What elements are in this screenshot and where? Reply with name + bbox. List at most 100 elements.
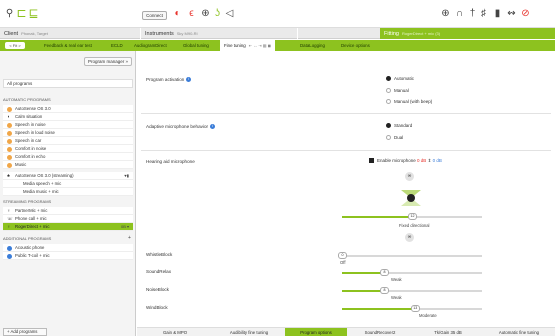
calm-icon: ◖ xyxy=(7,114,10,119)
soundrelax-knob[interactable]: 8 xyxy=(380,269,389,276)
device-battery-icon[interactable]: ⊕ xyxy=(200,8,211,19)
add-program-plus-icon[interactable]: + xyxy=(128,235,131,241)
tab-global-tuning[interactable]: Global tuning xyxy=(183,40,209,51)
noiseblock-fill xyxy=(342,290,384,292)
hearing-settings-icon[interactable]: ♯ xyxy=(478,8,489,19)
hearing-aid-icon[interactable]: ⚲ xyxy=(4,8,15,19)
program-item[interactable]: AutoSense OS 3.0 xyxy=(3,105,133,113)
tab-datalogging[interactable]: DataLogging xyxy=(300,40,325,51)
no-sound-icon[interactable]: ⊘ xyxy=(520,8,531,19)
all-programs-item[interactable]: All programs xyxy=(3,79,133,88)
tab-ecld[interactable]: ECLD xyxy=(111,40,123,51)
program-icon xyxy=(7,131,12,136)
program-item[interactable]: Speech in loud noise xyxy=(3,129,133,137)
gain-mpo-button[interactable]: Gain & MPO xyxy=(137,328,213,336)
client-cell[interactable]: Client Phonak, Target xyxy=(0,28,140,39)
left-gain-value: 0 dB xyxy=(417,158,427,163)
program-options-button[interactable]: Program options xyxy=(285,328,347,336)
program-manager-button[interactable]: Program manager » xyxy=(84,57,132,66)
soundrecover2-button[interactable]: SoundRecover2 xyxy=(347,328,413,336)
automatic-fine-tuning-button[interactable]: Automatic fine tuning xyxy=(483,328,555,336)
program-icon xyxy=(7,163,12,168)
gain-stepper-icon[interactable]: ⇕ xyxy=(428,158,432,163)
roger-icon: ♆ xyxy=(7,224,11,229)
fitting-label: Fitting xyxy=(384,31,399,37)
directional-slider-fill xyxy=(342,216,412,218)
whistleblock-track[interactable] xyxy=(342,255,482,257)
instruments-label: Instruments xyxy=(145,31,174,37)
program-item[interactable]: Public T-coil + mic xyxy=(3,252,133,260)
instruments-cell[interactable]: Instruments Sky M90-RI xyxy=(141,28,297,39)
program-item[interactable]: Speech in noise xyxy=(3,121,133,129)
section-additional: ADDITIONAL PROGRAMS xyxy=(3,236,52,241)
speaker-icon[interactable]: ◁ xyxy=(224,8,235,19)
omni-mode-icon[interactable]: ∞ xyxy=(405,172,414,181)
program-item[interactable]: Music xyxy=(3,161,133,169)
program-item-selected[interactable]: ♆ RogerDirect + mic 0B ▾ xyxy=(3,223,133,231)
tab-fine-tuning[interactable]: Fine tuning ⇤ ↔ ⇥ ▦ ◼ xyxy=(220,40,275,51)
session-info-bar: Client Phonak, Target Instruments Sky M90-… xyxy=(0,28,555,39)
program-item[interactable]: Media music + mic xyxy=(3,188,133,196)
view-controls[interactable]: ⇤ ↔ ⇥ ▦ ◼ xyxy=(249,43,271,48)
hearing-aid-mic-label: Hearing aid microphone xyxy=(146,159,195,164)
program-icon xyxy=(7,155,12,160)
whistleblock-caption: Off xyxy=(340,260,346,265)
tab-audiogramdirect[interactable]: AudiogramDirect xyxy=(134,40,167,51)
client-name: Phonak, Target xyxy=(21,31,48,36)
program-item[interactable]: Speech in car xyxy=(3,137,133,145)
link-icon[interactable]: ʖ xyxy=(212,8,223,19)
directional-mode-icon[interactable]: ∞ xyxy=(405,233,414,242)
radio-dual[interactable]: Dual xyxy=(386,135,403,141)
program-options-panel: Program activation i Automatic Manual Man… xyxy=(137,51,555,336)
signal-bars-icon[interactable]: ▮ xyxy=(492,8,503,19)
program-item-streaming-group[interactable]: ♣ AutoSense OS 3.0 (streaming) ♥▮ xyxy=(3,172,133,180)
windblock-label: WindBlock xyxy=(146,305,168,310)
program-item[interactable]: ♆ PartnerMic + mic xyxy=(3,207,133,215)
radio-standard[interactable]: Standard xyxy=(386,123,412,129)
globe-icon[interactable]: ⊕ xyxy=(440,8,451,19)
adaptive-mic-label: Adaptive microphone behavior i xyxy=(146,124,216,130)
tab-fine-tuning-label: Fine tuning xyxy=(224,43,246,48)
hearing-aid-left-right-icon[interactable]: ◐ xyxy=(172,8,183,19)
program-item[interactable]: ◖ Calm situation xyxy=(3,113,133,121)
bottom-button-bar: Gain & MPO Audibility fine tuning Progra… xyxy=(137,327,555,336)
fitting-cell[interactable]: Fitting RogerDirect + mic (3) xyxy=(380,28,555,39)
transfer-icon[interactable]: ↭ xyxy=(506,8,517,19)
connect-button[interactable]: Connect xyxy=(142,11,167,20)
audibility-fine-tuning-button[interactable]: Audibility fine tuning xyxy=(213,328,285,336)
noiseblock-knob[interactable]: 8 xyxy=(380,287,389,294)
tk-gain-button[interactable]: Tk/Gain 35 dB xyxy=(413,328,483,336)
radio-manual[interactable]: Manual xyxy=(386,88,409,94)
program-icon xyxy=(7,123,12,128)
enable-microphone-checkbox[interactable]: Enable microphone 0 dB ⇕ 0 dB xyxy=(369,158,442,164)
program-item[interactable]: Media speech + mic xyxy=(3,180,133,188)
radio-manual-beep[interactable]: Manual (with beep) xyxy=(386,99,432,105)
program-icon xyxy=(7,254,12,259)
section-automatic: AUTOMATIC PROGRAMS xyxy=(3,97,51,102)
program-item[interactable]: ☏ Phone call + mic xyxy=(3,215,133,223)
program-icon xyxy=(7,147,12,152)
phonak-logo-icon: ⊏ xyxy=(16,6,27,20)
program-item[interactable]: Comfort in noise xyxy=(3,145,133,153)
phone-icon: ☏ xyxy=(7,216,13,221)
tab-device-options[interactable]: Device options xyxy=(341,40,370,51)
whistleblock-label: WhistleBlock xyxy=(146,252,173,257)
soundrelax-label: SoundRelax xyxy=(146,269,172,274)
add-programs-button[interactable]: + Add programs xyxy=(3,328,47,336)
ear-devices-icon[interactable]: ∩ xyxy=(454,8,465,19)
directional-slider-knob[interactable]: 12 xyxy=(408,213,417,220)
soundrelax-fill xyxy=(342,272,384,274)
tab-feedback[interactable]: Feedback & real ear test xyxy=(44,40,92,51)
pin-icon[interactable]: † xyxy=(467,8,478,19)
tab-nav-arrows[interactable]: < Fit > xyxy=(5,42,25,49)
whistleblock-knob[interactable]: 0 xyxy=(338,252,347,259)
radio-automatic[interactable]: Automatic xyxy=(386,76,414,82)
program-item[interactable]: Acoustic phone xyxy=(3,244,133,252)
program-options-dropdown[interactable]: 0B ▾ xyxy=(121,223,129,231)
info-icon[interactable]: i xyxy=(186,77,192,83)
program-item[interactable]: Comfort in echo xyxy=(3,153,133,161)
info-icon[interactable]: i xyxy=(210,124,216,130)
windblock-knob[interactable]: 13 xyxy=(410,305,420,312)
ear-icon[interactable]: ϵ xyxy=(186,8,197,19)
microphone-icon: ♆ xyxy=(7,208,11,213)
